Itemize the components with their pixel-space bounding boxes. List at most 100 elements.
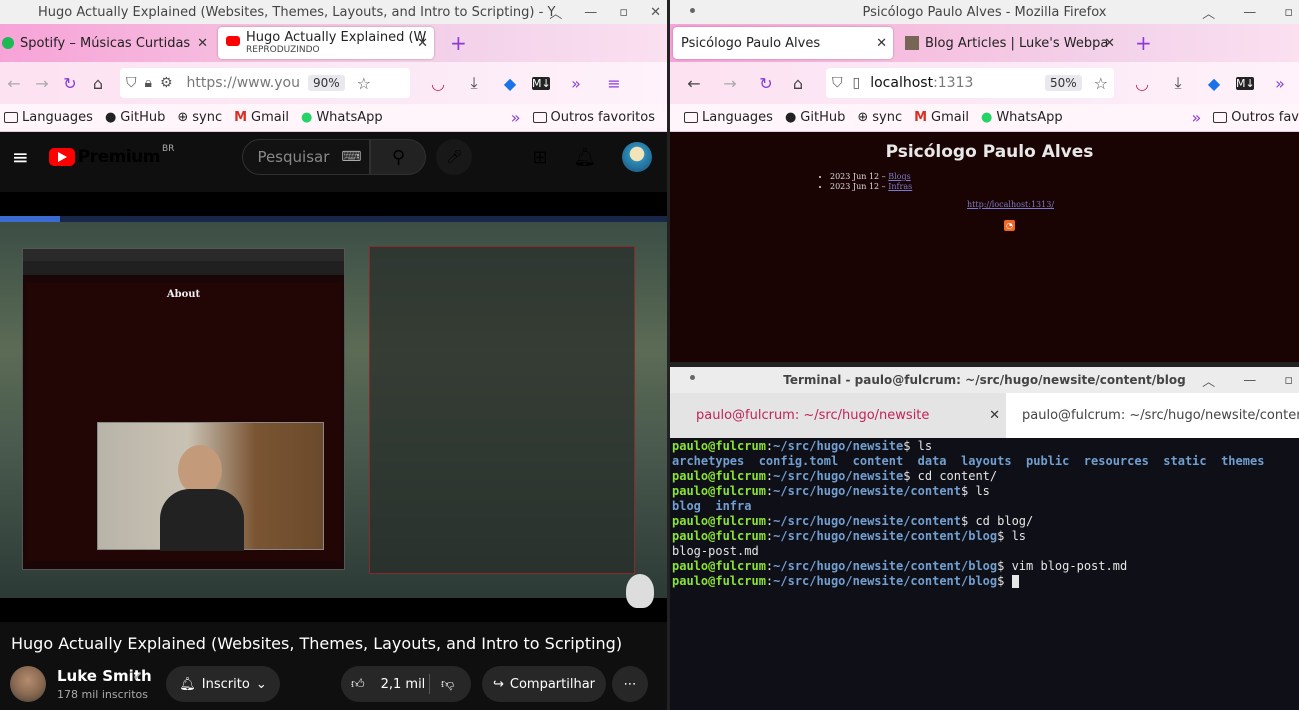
left-window-titlebar[interactable]: Hugo Actually Explained (Websites, Theme…	[0, 0, 667, 24]
close-tab-icon[interactable]: ✕	[1104, 36, 1115, 51]
bookmark-sync[interactable]: ⊕ sync	[177, 110, 222, 125]
more-tools-icon[interactable]: »	[562, 74, 590, 93]
youtube-logo-icon[interactable]	[48, 148, 75, 166]
close-tab-icon[interactable]: ✕	[989, 408, 1000, 423]
minimize-icon[interactable]: —	[1243, 373, 1256, 388]
search-input[interactable]: Pesquisar	[257, 148, 329, 166]
extension-icon[interactable]: ◆	[1200, 74, 1228, 93]
rss-icon[interactable]: ◔	[1004, 220, 1015, 231]
terminal-cursor	[1011, 575, 1019, 588]
tab-label: paulo@fulcrum: ~/src/hugo/newsite/conten…	[1022, 408, 1299, 423]
notifications-bell-icon[interactable]: 🔔︎	[574, 147, 597, 168]
back-icon[interactable]: ←	[680, 74, 708, 93]
site-footer-link[interactable]: http://localhost:1313/	[967, 200, 1054, 209]
restore-icon[interactable]: ▫	[619, 5, 628, 20]
extension-icon[interactable]: ◆	[496, 74, 524, 93]
permissions-icon[interactable]: ⚙	[160, 75, 173, 91]
bookmarks-overflow-icon[interactable]: »	[511, 108, 521, 127]
new-tab-icon[interactable]: +	[1135, 31, 1152, 55]
bookmark-github[interactable]: ● GitHub	[785, 110, 845, 125]
maximize-chevron-icon[interactable]: ︿	[549, 3, 562, 22]
page-icon: ▯	[852, 75, 861, 91]
close-icon[interactable]: ✕	[650, 5, 661, 20]
shield-icon[interactable]: ⛉	[832, 75, 843, 91]
other-bookmarks[interactable]: Outros favoritos	[532, 110, 655, 125]
bookmark-star-icon[interactable]: ☆	[357, 74, 371, 93]
home-icon[interactable]: ⌂	[84, 74, 112, 93]
shield-icon[interactable]: ⛉	[126, 75, 137, 91]
more-actions-button[interactable]: ⋯	[612, 666, 648, 702]
bookmark-languages[interactable]: Languages	[684, 110, 773, 125]
minimize-icon[interactable]: —	[1243, 5, 1256, 20]
bookmark-whatsapp[interactable]: ● WhatsApp	[981, 110, 1063, 125]
markdown-icon[interactable]: M↓	[532, 76, 551, 90]
bookmark-github[interactable]: ● GitHub	[105, 110, 165, 125]
like-button[interactable]: 👍︎ 2,1 mil 👎︎	[341, 666, 471, 702]
post-link[interactable]: Infras	[888, 182, 912, 191]
channel-avatar[interactable]	[10, 666, 46, 702]
reload-icon[interactable]: ↻	[752, 74, 780, 93]
keyboard-icon[interactable]: ⌨	[341, 149, 361, 165]
menu-icon[interactable]: ≡	[600, 74, 628, 93]
maximize-chevron-icon[interactable]: ︿	[1202, 3, 1215, 22]
right-window-titlebar[interactable]: Psicólogo Paulo Alves - Mozilla Firefox …	[670, 0, 1299, 24]
thumbs-down-icon[interactable]: 👎︎	[441, 677, 454, 692]
zoom-level[interactable]: 90%	[307, 75, 345, 91]
account-avatar[interactable]	[622, 142, 653, 172]
minimize-icon[interactable]: —	[584, 5, 597, 20]
bookmark-gmail[interactable]: M Gmail	[914, 110, 969, 125]
tab-luke-blog[interactable]: Blog Articles | Luke's Webpa ✕	[897, 27, 1121, 59]
pocket-icon[interactable]: ◡	[424, 74, 452, 93]
other-bookmarks[interactable]: Outros fav	[1213, 110, 1299, 125]
left-nav-toolbar: ← → ↻ ⌂ ⛉ 🔒︎ ⚙ https://www.you 90% ☆ ◡ ⤓…	[0, 62, 667, 104]
share-button[interactable]: ↪ Compartilhar	[482, 666, 606, 702]
url-port: :1313	[933, 75, 974, 91]
restore-icon[interactable]: ▫	[1284, 373, 1293, 388]
search-button[interactable]: ⚲	[370, 139, 427, 175]
new-tab-icon[interactable]: +	[450, 31, 467, 55]
restore-icon[interactable]: ▫	[1284, 5, 1293, 20]
close-tab-icon[interactable]: ✕	[197, 36, 208, 51]
terminal-titlebar[interactable]: Terminal - paulo@fulcrum: ~/src/hugo/new…	[670, 367, 1299, 393]
pocket-icon[interactable]: ◡	[1128, 74, 1156, 93]
bookmark-gmail[interactable]: M Gmail	[234, 110, 289, 125]
forward-icon[interactable]: →	[28, 74, 56, 93]
folder-icon	[1213, 112, 1228, 123]
tab-psicologo[interactable]: Psicólogo Paulo Alves ✕	[673, 27, 893, 59]
zoom-level[interactable]: 50%	[1044, 75, 1082, 91]
back-icon[interactable]: ←	[0, 74, 28, 93]
right-firefox-window: Psicólogo Paulo Alves - Mozilla Firefox …	[670, 0, 1299, 362]
maximize-chevron-icon[interactable]: ︿	[1202, 371, 1215, 390]
create-video-icon[interactable]: ⊞	[532, 147, 547, 168]
url-bar[interactable]: ⛉ ▯ localhost :1313 50% ☆	[826, 68, 1114, 98]
folder-icon	[532, 112, 547, 123]
hamburger-menu-icon[interactable]: ≡	[12, 145, 29, 169]
bookmark-languages[interactable]: Languages	[4, 110, 93, 125]
terminal-tab-blog[interactable]: paulo@fulcrum: ~/src/hugo/newsite/conten…	[1006, 393, 1299, 438]
post-link[interactable]: Blogs	[888, 172, 910, 181]
bookmark-sync[interactable]: ⊕ sync	[857, 110, 902, 125]
bookmarks-overflow-icon[interactable]: »	[1191, 108, 1201, 127]
reload-icon[interactable]: ↻	[56, 74, 84, 93]
forward-icon[interactable]: →	[716, 74, 744, 93]
voice-search-icon[interactable]: 🎤︎	[436, 139, 473, 175]
terminal-output[interactable]: paulo@fulcrum:~/src/hugo/newsite$ ls arc…	[670, 438, 1299, 589]
youtube-premium-logo[interactable]: Premium	[78, 147, 161, 167]
bookmark-whatsapp[interactable]: ● WhatsApp	[301, 110, 383, 125]
subscribed-button[interactable]: 🔔︎ Inscrito ⌄	[166, 666, 280, 702]
bookmark-star-icon[interactable]: ☆	[1094, 74, 1108, 93]
url-bar[interactable]: ⛉ 🔒︎ ⚙ https://www.you 90% ☆	[120, 68, 410, 98]
close-tab-icon[interactable]: ✕	[876, 36, 887, 51]
tab-spotify[interactable]: Spotify – Músicas Curtidas ✕	[0, 27, 214, 59]
close-tab-icon[interactable]: ✕	[417, 36, 428, 51]
left-tab-strip: Spotify – Músicas Curtidas ✕ Hugo Actual…	[0, 24, 667, 62]
terminal-tab-newsite[interactable]: paulo@fulcrum: ~/src/hugo/newsite ✕	[670, 393, 1006, 438]
more-tools-icon[interactable]: »	[1266, 74, 1294, 93]
markdown-icon[interactable]: M↓	[1236, 76, 1255, 90]
downloads-icon[interactable]: ⤓	[460, 73, 488, 93]
downloads-icon[interactable]: ⤓	[1164, 73, 1192, 93]
github-icon: ●	[784, 110, 797, 125]
home-icon[interactable]: ⌂	[784, 74, 812, 93]
tab-youtube[interactable]: Hugo Actually Explained (W REPRODUZINDO …	[218, 27, 434, 59]
search-box[interactable]: Pesquisar ⌨	[242, 139, 371, 175]
